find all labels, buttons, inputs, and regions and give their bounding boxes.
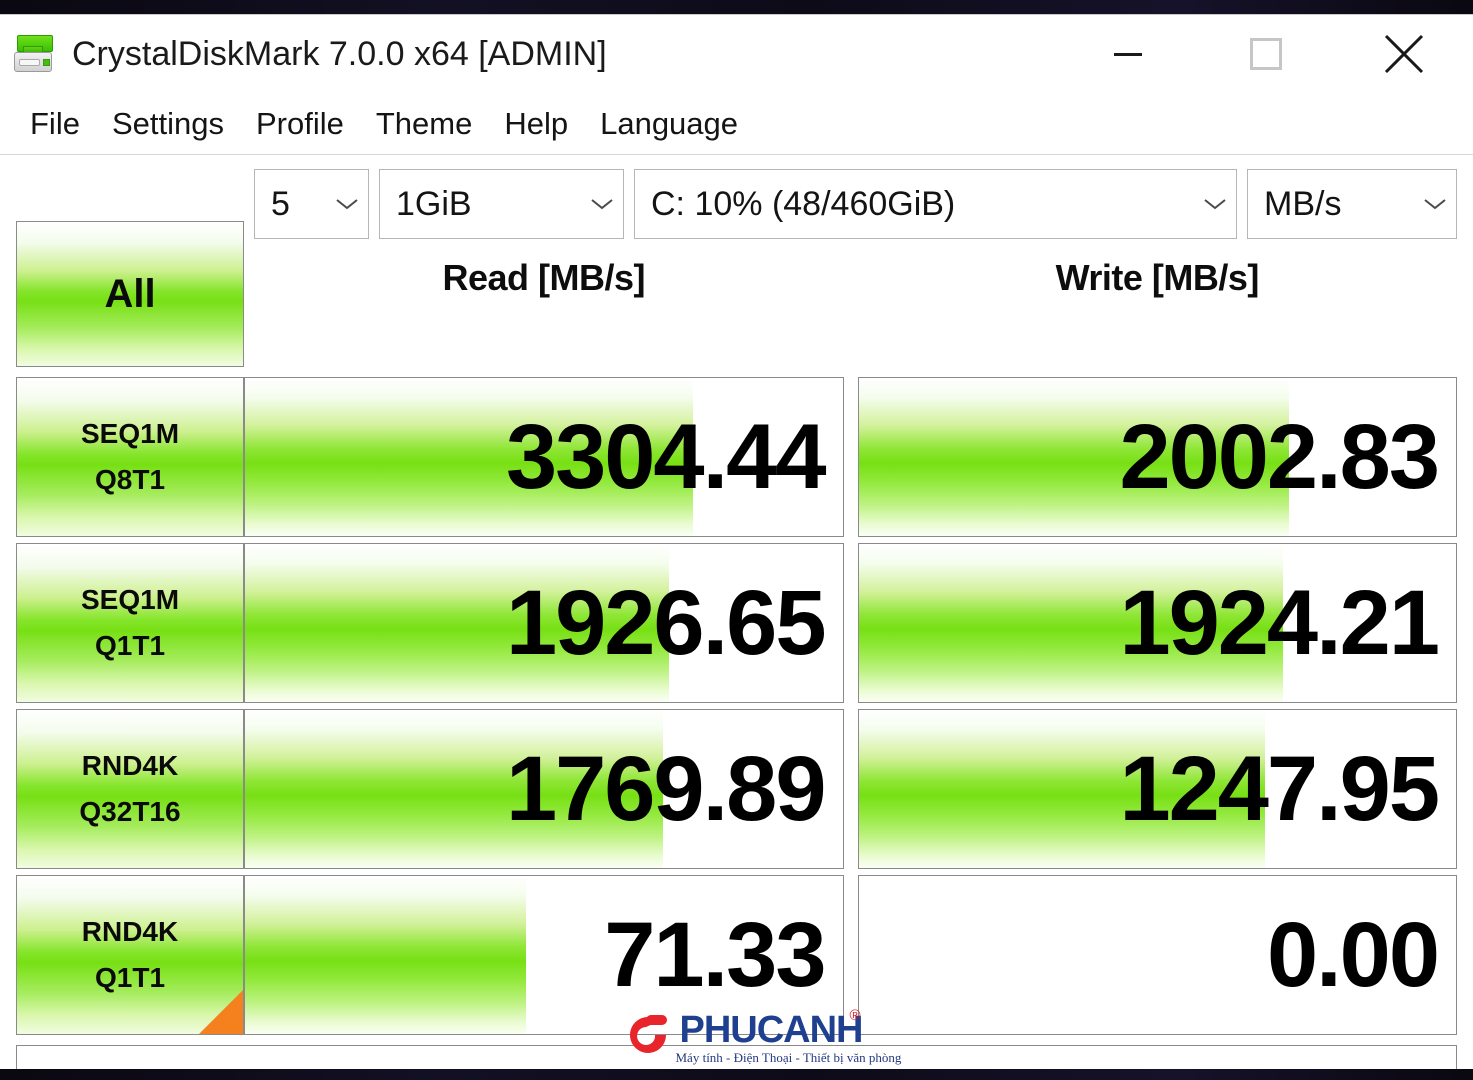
row-label-top: RND4K: [81, 916, 179, 947]
read-value-cell-seq1m-q8t1: 3304.44: [244, 377, 844, 537]
cell-gap: [844, 543, 858, 703]
disk-drive-icon: [10, 32, 56, 76]
write-value-cell-seq1m-q8t1: 2002.83: [857, 377, 1457, 537]
status-bar[interactable]: [16, 1045, 1457, 1069]
test-count-select[interactable]: 5: [254, 169, 369, 239]
write-value-cell-rnd4k-q32t16: 1247.95: [857, 709, 1457, 869]
table-row: RND4K Q32T16 1769.89 1247.95: [16, 709, 1457, 869]
close-button[interactable]: [1335, 15, 1473, 93]
test-button-rnd4k-q1t1[interactable]: RND4K Q1T1: [16, 875, 244, 1035]
chevron-down-icon: [575, 196, 615, 212]
menu-item-settings[interactable]: Settings: [96, 104, 240, 144]
row-label-bottom: Q1T1: [94, 962, 166, 993]
cell-gap: [844, 377, 858, 537]
target-drive-select[interactable]: C: 10% (48/460GiB): [634, 169, 1237, 239]
target-drive-value: C: 10% (48/460GiB): [651, 184, 956, 223]
close-icon: [1384, 34, 1424, 74]
table-row: SEQ1M Q1T1 1926.65 1924.21: [16, 543, 1457, 703]
read-value-cell-rnd4k-q1t1: 71.33: [244, 875, 844, 1035]
menu-item-language[interactable]: Language: [584, 104, 754, 144]
active-test-marker-icon: [199, 990, 243, 1034]
menu-item-profile[interactable]: Profile: [240, 104, 360, 144]
write-value: 2002.83: [1119, 406, 1440, 508]
write-value: 1247.95: [1119, 738, 1440, 840]
test-count-value: 5: [271, 184, 290, 223]
write-value: 0.00: [1266, 904, 1440, 1006]
title-bar: CrystalDiskMark 7.0.0 x64 [ADMIN]: [0, 15, 1473, 93]
menu-item-theme[interactable]: Theme: [360, 104, 488, 144]
test-button-seq1m-q8t1[interactable]: SEQ1M Q8T1: [16, 377, 244, 537]
unit-value: MB/s: [1264, 184, 1342, 223]
menu-item-file[interactable]: File: [14, 104, 96, 144]
write-value-cell-seq1m-q1t1: 1924.21: [857, 543, 1457, 703]
menu-bar: File Settings Profile Theme Help Languag…: [0, 93, 1473, 155]
table-row: SEQ1M Q8T1 3304.44 2002.83: [16, 377, 1457, 537]
cell-gap: [844, 875, 858, 1035]
maximize-icon: [1250, 38, 1282, 70]
write-value-cell-rnd4k-q1t1: 0.00: [857, 875, 1457, 1035]
crystaldiskmark-window: CrystalDiskMark 7.0.0 x64 [ADMIN] File S…: [0, 14, 1473, 1069]
row-label-top: SEQ1M: [80, 418, 180, 449]
cell-gap: [844, 709, 858, 869]
all-test-button[interactable]: All: [16, 221, 244, 367]
table-row: RND4K Q1T1 71.33 0.00: [16, 875, 1457, 1035]
minimize-icon: [1114, 53, 1142, 56]
window-controls: [1059, 15, 1473, 93]
test-button-seq1m-q1t1[interactable]: SEQ1M Q1T1: [16, 543, 244, 703]
read-value: 3304.44: [505, 406, 827, 508]
menu-item-help[interactable]: Help: [488, 104, 584, 144]
row-label-bottom: Q8T1: [94, 464, 166, 495]
read-value-cell-seq1m-q1t1: 1926.65: [244, 543, 844, 703]
read-bar-fill: [245, 876, 526, 1034]
row-label-top: SEQ1M: [80, 584, 180, 615]
main-content: 5 1GiB C: 10% (48/460GiB) MB/s Read [MB/…: [0, 155, 1473, 1035]
test-size-value: 1GiB: [396, 184, 472, 223]
row-label-bottom: Q32T16: [79, 796, 181, 827]
read-value: 71.33: [604, 904, 826, 1006]
read-value-cell-rnd4k-q32t16: 1769.89: [244, 709, 844, 869]
all-button-label: All: [104, 271, 156, 316]
test-button-rnd4k-q32t16[interactable]: RND4K Q32T16: [16, 709, 244, 869]
chevron-down-icon: [1188, 196, 1228, 212]
chevron-down-icon: [320, 196, 360, 212]
write-column-header: Write [MB/s]: [1055, 257, 1260, 298]
maximize-button[interactable]: [1197, 15, 1335, 93]
chevron-down-icon: [1408, 196, 1448, 212]
minimize-button[interactable]: [1059, 15, 1197, 93]
window-title: CrystalDiskMark 7.0.0 x64 [ADMIN]: [72, 34, 607, 73]
row-label-top: RND4K: [81, 750, 179, 781]
unit-select[interactable]: MB/s: [1247, 169, 1457, 239]
write-value: 1924.21: [1119, 572, 1440, 674]
read-column-header: Read [MB/s]: [442, 257, 646, 298]
row-label-bottom: Q1T1: [94, 630, 166, 661]
read-value: 1769.89: [505, 738, 827, 840]
test-size-select[interactable]: 1GiB: [379, 169, 624, 239]
read-value: 1926.65: [505, 572, 827, 674]
